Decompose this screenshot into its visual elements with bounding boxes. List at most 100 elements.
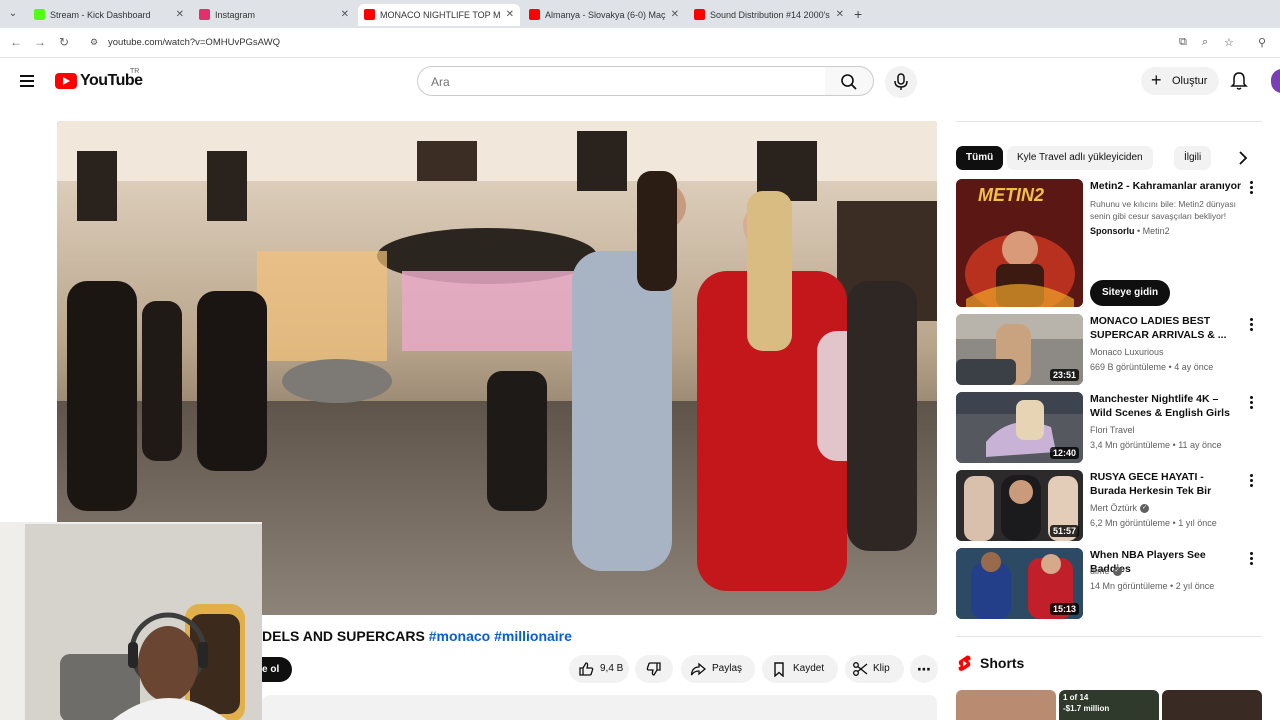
browser-tab[interactable]: Almanya - Slovakya (6-0) Maç ✕	[523, 4, 685, 26]
search-button[interactable]	[825, 66, 874, 96]
recommended-video[interactable]: 51:57 RUSYA GECE HAYATI - Burada Herkesi…	[956, 470, 1262, 542]
clip-button[interactable]: Klip	[845, 655, 904, 683]
recommended-video[interactable]: 15:13 When NBA Players See Baddies dime ✓…	[956, 548, 1262, 620]
chip-all[interactable]: Tümü	[956, 146, 1004, 170]
browser-tab-active[interactable]: MONACO NIGHTLIFE TOP M ✕	[358, 4, 520, 26]
video-meta: 669 B görüntüleme • 4 ay önce	[1090, 362, 1214, 372]
short-thumbnail[interactable]	[956, 690, 1056, 720]
like-button[interactable]: 9,4 B	[569, 655, 629, 683]
short-overlay-line: -$1.7 million	[1063, 704, 1110, 713]
create-button[interactable]: + Oluştur	[1141, 67, 1219, 95]
tab-close-icon[interactable]: ✕	[836, 4, 844, 26]
recommended-video[interactable]: 12:40 Manchester Nightlife 4K – Wild Sce…	[956, 392, 1262, 464]
recommended-video[interactable]: 23:51 MONACO LADIES BEST SUPERCAR ARRIVA…	[956, 314, 1262, 386]
tab-close-icon[interactable]: ✕	[671, 4, 679, 26]
verified-badge-icon: ✓	[1140, 504, 1150, 514]
address-bar: ← → ↻ ⚙ youtube.com/watch?v=OMHUvPGsAWQ …	[0, 28, 1280, 58]
short-overlay-text: 1 of 14 -$1.7 million	[1063, 692, 1109, 714]
browser-tab[interactable]: Instagram ✕	[193, 4, 355, 26]
more-actions-button[interactable]: ⋯	[910, 655, 938, 683]
video-title: DELS AND SUPERCARS #monaco #millionaire	[262, 628, 572, 644]
hashtag-link[interactable]: #monaco	[429, 628, 490, 644]
video-meta: 14 Mn görüntüleme • 2 yıl önce	[1090, 581, 1215, 591]
video-duration: 15:13	[1049, 603, 1079, 615]
video-thumbnail[interactable]: 15:13	[956, 548, 1083, 619]
channel-name[interactable]: dime ✓	[1090, 566, 1122, 577]
youtube-favicon-icon	[694, 9, 705, 20]
ad-visit-site-button[interactable]: Siteye gidin	[1090, 280, 1170, 306]
zoom-icon[interactable]: ⌕	[1202, 36, 1208, 49]
chevron-right-icon[interactable]	[1236, 150, 1250, 166]
youtube-favicon-icon	[529, 9, 540, 20]
screen: ⌄ Stream - Kick Dashboard ✕ Instagram ✕ …	[0, 0, 1280, 720]
more-vertical-icon[interactable]	[1250, 181, 1254, 195]
install-app-icon[interactable]: ⧉	[1179, 36, 1187, 49]
shorts-icon	[958, 655, 971, 671]
channel-name[interactable]: Monaco Luxurious	[1090, 347, 1164, 357]
extensions-icon[interactable]: ⚲	[1258, 36, 1266, 49]
ad-thumb-logo-text: METIN2	[978, 185, 1045, 205]
microphone-icon	[894, 73, 908, 90]
bookmark-star-icon[interactable]: ☆	[1224, 36, 1234, 49]
tab-search-icon[interactable]: ⌄	[4, 5, 22, 23]
channel-name[interactable]: Flori Travel	[1090, 425, 1135, 435]
dislike-button[interactable]	[635, 655, 673, 683]
sidebar-section-divider	[956, 636, 1262, 637]
webcam-feed	[0, 524, 262, 720]
save-button[interactable]: Kaydet	[762, 655, 838, 683]
video-title-link[interactable]: RUSYA GECE HAYATI - Burada Herkesin Tek …	[1090, 470, 1242, 498]
video-title-link[interactable]: Manchester Nightlife 4K – Wild Scenes & …	[1090, 392, 1242, 420]
filter-chips: Tümü Kyle Travel adlı yükleyiciden İlgil…	[956, 146, 1262, 170]
back-icon[interactable]: ←	[10, 35, 22, 49]
bookmark-icon	[774, 662, 784, 677]
account-avatar[interactable]	[1271, 69, 1280, 93]
video-thumbnail[interactable]: 51:57	[956, 470, 1083, 541]
new-tab-icon[interactable]: +	[854, 4, 862, 24]
thumbs-up-icon	[579, 662, 594, 676]
tab-close-icon[interactable]: ✕	[506, 4, 514, 26]
kick-favicon-icon	[34, 9, 45, 20]
short-thumbnail[interactable]: 1 of 14 -$1.7 million	[1059, 690, 1159, 720]
youtube-play-icon	[55, 73, 77, 89]
hashtag-link[interactable]: #millionaire	[494, 628, 572, 644]
more-vertical-icon[interactable]	[1250, 396, 1254, 410]
video-duration: 23:51	[1049, 369, 1079, 381]
chip-related[interactable]: İlgili	[1174, 146, 1212, 170]
short-thumbnail[interactable]	[1162, 690, 1262, 720]
webcam-overlay	[0, 522, 262, 720]
more-vertical-icon[interactable]	[1250, 318, 1254, 332]
ad-sponsor-line: Sponsorlu • Metin2	[1090, 226, 1170, 236]
ad-thumbnail[interactable]: METIN2	[956, 179, 1083, 307]
forward-icon[interactable]: →	[34, 35, 46, 49]
browser-tab[interactable]: Sound Distribution #14 2000's ✕	[688, 4, 850, 26]
thumbs-down-icon	[646, 662, 661, 676]
more-vertical-icon[interactable]	[1250, 552, 1254, 566]
tab-close-icon[interactable]: ✕	[341, 4, 349, 26]
reload-icon[interactable]: ↻	[59, 35, 69, 49]
search-input[interactable]: Ara	[417, 66, 826, 96]
sidebar-top-divider	[956, 121, 1262, 122]
chip-uploader[interactable]: Kyle Travel adlı yükleyiciden	[1007, 146, 1153, 170]
description-box[interactable]	[262, 695, 937, 720]
video-thumbnail[interactable]: 12:40	[956, 392, 1083, 463]
more-vertical-icon[interactable]	[1250, 474, 1254, 488]
browser-tab[interactable]: Stream - Kick Dashboard ✕	[28, 4, 190, 26]
browser-tab-strip: ⌄ Stream - Kick Dashboard ✕ Instagram ✕ …	[0, 0, 1280, 28]
video-thumbnail[interactable]: 23:51	[956, 314, 1083, 385]
voice-search-button[interactable]	[885, 66, 917, 98]
notifications-bell-icon[interactable]	[1229, 71, 1249, 91]
ad-description: Ruhunu ve kılıcını bile: Metin2 dünyası …	[1090, 199, 1236, 221]
url-field[interactable]: youtube.com/watch?v=OMHUvPGsAWQ	[108, 37, 280, 48]
share-button[interactable]: Paylaş	[681, 655, 755, 683]
menu-icon[interactable]	[20, 75, 34, 87]
share-icon	[690, 662, 706, 676]
instagram-favicon-icon	[199, 9, 210, 20]
video-meta: 3,4 Mn görüntüleme • 11 ay önce	[1090, 440, 1222, 450]
video-title-link[interactable]: MONACO LADIES BEST SUPERCAR ARRIVALS & .…	[1090, 314, 1242, 342]
site-info-icon[interactable]: ⚙	[90, 37, 98, 48]
search-icon	[841, 74, 857, 90]
ad-title[interactable]: Metin2 - Kahramanlar aranıyor	[1090, 179, 1242, 193]
youtube-header: YouTube TR Ara + Oluştur	[0, 58, 1280, 108]
channel-name[interactable]: Mert Öztürk ✓	[1090, 503, 1150, 514]
tab-close-icon[interactable]: ✕	[176, 4, 184, 26]
